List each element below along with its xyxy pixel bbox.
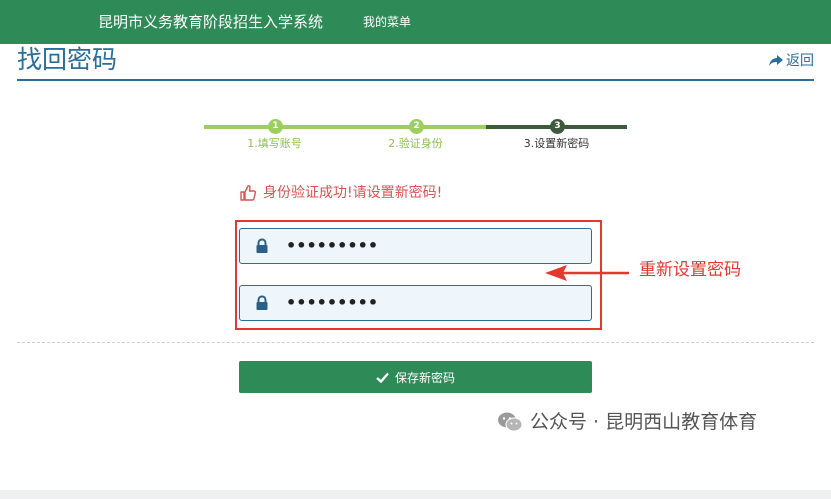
progress-steps: 1 1.填写账号 2 2.验证身份 3 3.设置新密码 [204, 118, 627, 158]
my-menu-link[interactable]: 我的菜单 [363, 14, 411, 30]
lock-icon [256, 238, 268, 253]
title-divider [17, 79, 814, 81]
annotation-label: 重新设置密码 [639, 260, 741, 280]
step-number: 2 [409, 119, 424, 134]
confirm-password-field[interactable]: ••••••••• [239, 285, 592, 321]
back-label: 返回 [786, 53, 814, 69]
lock-icon [256, 295, 268, 310]
form-divider [17, 342, 814, 343]
step-label: 1.填写账号 [247, 137, 302, 150]
confirm-password-value: ••••••••• [286, 293, 379, 312]
back-link[interactable]: 返回 [769, 52, 814, 70]
watermark-text: 公众号 · 昆明西山教育体育 [530, 411, 758, 433]
thumbs-up-icon [240, 185, 257, 201]
save-new-password-button[interactable]: 保存新密码 [239, 361, 592, 393]
system-brand[interactable]: 昆明市义务教育阶段招生入学系统 [98, 12, 323, 32]
check-icon [376, 372, 389, 383]
top-navbar: 昆明市义务教育阶段招生入学系统 我的菜单 [0, 0, 831, 44]
new-password-value: ••••••••• [286, 236, 379, 255]
step-label: 2.验证身份 [388, 137, 443, 150]
save-button-label: 保存新密码 [394, 370, 455, 385]
new-password-field[interactable]: ••••••••• [239, 228, 592, 264]
step-label: 3.设置新密码 [523, 137, 590, 150]
success-text: 身份验证成功!请设置新密码! [263, 185, 443, 201]
step-1: 1 1.填写账号 [204, 118, 345, 158]
step-number: 1 [268, 119, 283, 134]
step-2: 2 2.验证身份 [345, 118, 486, 158]
step-number: 3 [550, 119, 565, 134]
success-message: 身份验证成功!请设置新密码! [239, 184, 442, 202]
annotation-arrow-icon [545, 265, 629, 281]
page-title: 找回密码 [17, 45, 118, 74]
wechat-icon [498, 412, 523, 432]
share-arrow-icon [769, 55, 783, 66]
bottom-strip [0, 490, 831, 499]
step-3: 3 3.设置新密码 [486, 118, 627, 158]
watermark: 公众号 · 昆明西山教育体育 [497, 410, 757, 434]
